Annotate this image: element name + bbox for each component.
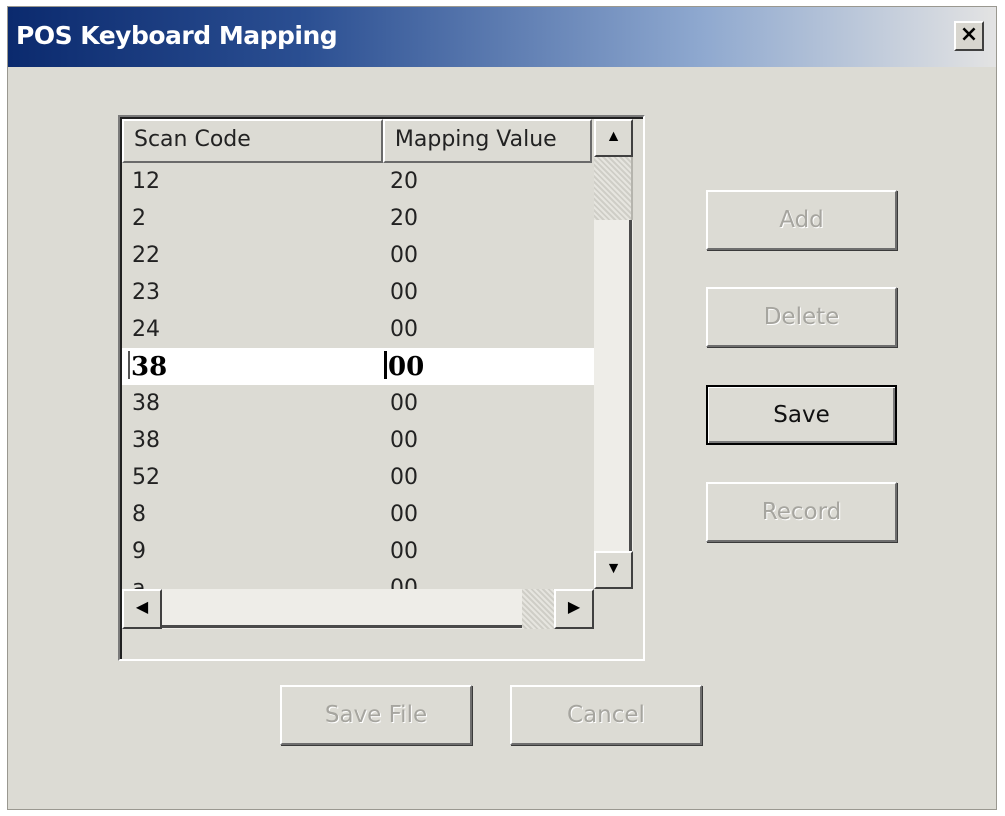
list-header: Scan Code Mapping Value <box>122 119 592 163</box>
mapping-value-cell: 00 <box>390 465 418 490</box>
scan-code-cell: 23 <box>132 280 160 305</box>
list-row[interactable]: 52 00 <box>122 459 594 496</box>
column-header-mapping-value[interactable]: Mapping Value <box>382 119 592 163</box>
add-button[interactable]: Add <box>706 190 897 250</box>
window-title: POS Keyboard Mapping <box>16 21 338 50</box>
mapping-value-cell: 00 <box>390 502 418 527</box>
scan-code-cell: 2 <box>132 206 146 231</box>
list-rows: 12 20 2 20 22 00 23 00 24 00 38 00 38 00 38 00 5… <box>122 163 594 607</box>
cancel-button[interactable]: Cancel <box>510 685 702 745</box>
list-row[interactable]: 12 20 <box>122 163 594 200</box>
list-row[interactable]: 38 00 <box>122 385 594 422</box>
horizontal-scrollbar[interactable]: ◀ ▶ <box>122 589 594 629</box>
text-cursor-icon <box>384 351 387 379</box>
title-bar[interactable]: POS Keyboard Mapping × <box>8 7 996 67</box>
list-row[interactable]: 23 00 <box>122 274 594 311</box>
mapping-value-cell: 20 <box>390 169 418 194</box>
scroll-track-edge <box>162 625 522 628</box>
list-row[interactable]: 22 00 <box>122 237 594 274</box>
scroll-down-button[interactable]: ▼ <box>594 551 633 589</box>
scan-code-cell: 38 <box>132 391 160 416</box>
scroll-right-button[interactable]: ▶ <box>554 589 594 629</box>
scan-code-cell: 24 <box>132 317 160 342</box>
arrow-down-icon: ▼ <box>605 560 622 577</box>
mapping-value-cell: 20 <box>390 206 418 231</box>
mapping-value-edit[interactable]: 00 <box>388 352 424 382</box>
list-row[interactable]: 8 00 <box>122 496 594 533</box>
scan-code-cell: 38 <box>132 428 160 453</box>
pos-keyboard-mapping-dialog: POS Keyboard Mapping × Scan Code Mapping… <box>7 6 997 810</box>
column-header-scan-code[interactable]: Scan Code <box>122 119 383 163</box>
list-row[interactable]: 24 00 <box>122 311 594 348</box>
mapping-value-cell: 00 <box>390 317 418 342</box>
mapping-list[interactable]: Scan Code Mapping Value 12 20 2 20 22 00 23… <box>118 115 645 661</box>
list-row[interactable]: 9 00 <box>122 533 594 570</box>
scroll-track-edge <box>629 220 632 551</box>
close-icon: × <box>959 22 979 47</box>
scan-code-cell: 9 <box>132 539 146 564</box>
mapping-value-cell: 00 <box>390 280 418 305</box>
record-button[interactable]: Record <box>706 482 897 542</box>
list-row[interactable]: 2 20 <box>122 200 594 237</box>
scan-code-cell: 52 <box>132 465 160 490</box>
arrow-up-icon: ▲ <box>605 128 622 145</box>
vertical-scroll-thumb[interactable] <box>594 157 633 220</box>
scroll-left-button[interactable]: ◀ <box>122 589 162 629</box>
mapping-value-cell: 00 <box>390 539 418 564</box>
scan-code-cell: 8 <box>132 502 146 527</box>
close-button[interactable]: × <box>954 21 984 51</box>
mapping-value-cell: 00 <box>390 391 418 416</box>
arrow-left-icon: ◀ <box>135 599 149 616</box>
mapping-value-cell: 00 <box>390 243 418 268</box>
save-button[interactable]: Save <box>706 385 897 445</box>
text-caret <box>128 351 130 379</box>
list-row[interactable]: 38 00 <box>122 422 594 459</box>
vertical-scrollbar[interactable]: ▲ ▼ <box>594 119 633 589</box>
scan-code-cell: 22 <box>132 243 160 268</box>
arrow-right-icon: ▶ <box>567 599 581 616</box>
delete-button[interactable]: Delete <box>706 287 897 347</box>
scan-code-edit[interactable]: 38 <box>131 352 167 382</box>
scan-code-cell: 12 <box>132 169 160 194</box>
mapping-value-cell: 00 <box>390 428 418 453</box>
selected-list-row[interactable]: 38 00 <box>122 348 594 385</box>
scroll-up-button[interactable]: ▲ <box>594 119 633 157</box>
scrollbar-corner <box>594 589 633 629</box>
horizontal-scroll-thumb[interactable] <box>522 589 554 629</box>
save-file-button[interactable]: Save File <box>280 685 472 745</box>
